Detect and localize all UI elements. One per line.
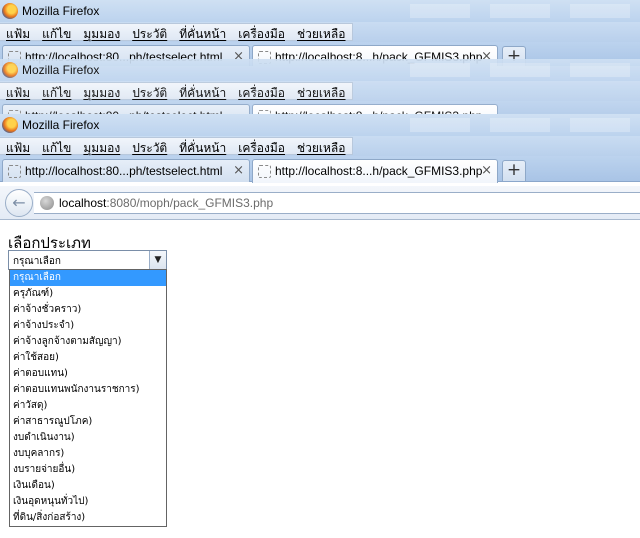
- navigation-bar: localhost:8080/moph/pack_GFMIS3.php ←: [0, 186, 640, 220]
- menu-bookmarks[interactable]: ที่คั่นหน้า: [173, 83, 232, 100]
- title-bar[interactable]: Mozilla Firefox: [0, 59, 640, 81]
- option-item[interactable]: งบบุคลากร): [10, 446, 166, 462]
- window-title: Mozilla Firefox: [22, 118, 100, 132]
- url-text[interactable]: localhost:8080/moph/pack_GFMIS3.php: [59, 196, 273, 210]
- menu-view[interactable]: มุมมอง: [77, 138, 126, 155]
- back-button[interactable]: ←: [5, 189, 33, 217]
- menu-help[interactable]: ช่วยเหลือ: [291, 138, 352, 155]
- window-title: Mozilla Firefox: [22, 4, 100, 18]
- tab-bar: http://localhost:80...ph/testselect.html…: [0, 156, 640, 183]
- browser-window-3: Mozilla Firefox แฟ้ม แก้ไข มุมมอง ประวัต…: [0, 114, 640, 186]
- background-blur: [410, 118, 630, 132]
- url-path: :8080/moph/pack_GFMIS3.php: [106, 196, 274, 210]
- menu-history[interactable]: ประวัติ: [126, 138, 173, 155]
- type-select[interactable]: กรุณาเลือก ▼: [8, 250, 167, 270]
- menu-bookmarks[interactable]: ที่คั่นหน้า: [173, 24, 232, 41]
- option-item[interactable]: ค่าจ้างลูกจ้างตามสัญญา): [10, 334, 166, 350]
- tab-label: http://localhost:8...h/pack_GFMIS3.php: [275, 164, 483, 178]
- option-item[interactable]: ครุภัณฑ์): [10, 286, 166, 302]
- option-item[interactable]: งบดำเนินงาน): [10, 430, 166, 446]
- url-host: localhost: [59, 196, 107, 210]
- url-bar[interactable]: localhost:8080/moph/pack_GFMIS3.php: [34, 192, 640, 214]
- option-item[interactable]: งบรายจ่ายอื่น): [10, 462, 166, 478]
- new-tab-button[interactable]: +: [502, 160, 526, 181]
- menu-edit[interactable]: แก้ไข: [36, 24, 77, 41]
- background-blur: [410, 63, 630, 77]
- close-icon[interactable]: ×: [233, 163, 244, 178]
- menu-view[interactable]: มุมมอง: [77, 24, 126, 41]
- page-icon: [258, 165, 271, 178]
- menu-bookmarks[interactable]: ที่คั่นหน้า: [173, 138, 232, 155]
- firefox-icon: [2, 3, 18, 19]
- page-content: เลือกประเภท กรุณาเลือก ▼ กรุณาเลือก ครุภ…: [0, 221, 640, 538]
- menu-view[interactable]: มุมมอง: [77, 83, 126, 100]
- tab-label: http://localhost:80...ph/testselect.html: [25, 164, 223, 178]
- window-title: Mozilla Firefox: [22, 63, 100, 77]
- option-item[interactable]: ค่าตอบแทน): [10, 366, 166, 382]
- menu-tools[interactable]: เครื่องมือ: [232, 24, 291, 41]
- select-dropdown-list: กรุณาเลือก ครุภัณฑ์) ค่าจ้างชั่วคราว) ค่…: [9, 269, 167, 527]
- menu-file[interactable]: แฟ้ม: [0, 138, 36, 155]
- firefox-icon: [2, 117, 18, 133]
- page-icon: [8, 165, 21, 178]
- menu-edit[interactable]: แก้ไข: [36, 138, 77, 155]
- option-item[interactable]: กรุณาเลือก: [10, 270, 166, 286]
- chevron-down-icon[interactable]: ▼: [149, 251, 166, 269]
- menu-bar: แฟ้ม แก้ไข มุมมอง ประวัติ ที่คั่นหน้า เค…: [0, 81, 640, 101]
- menu-file[interactable]: แฟ้ม: [0, 24, 36, 41]
- title-bar[interactable]: Mozilla Firefox: [0, 0, 640, 22]
- background-blur: [410, 4, 630, 18]
- title-bar[interactable]: Mozilla Firefox: [0, 114, 640, 136]
- firefox-icon: [2, 62, 18, 78]
- option-item[interactable]: ที่ดิน/สิ่งก่อสร้าง): [10, 510, 166, 526]
- menu-tools[interactable]: เครื่องมือ: [232, 83, 291, 100]
- menu-history[interactable]: ประวัติ: [126, 24, 173, 41]
- tab-pack-gfmis3[interactable]: http://localhost:8...h/pack_GFMIS3.php ×: [252, 159, 498, 183]
- menu-file[interactable]: แฟ้ม: [0, 83, 36, 100]
- menu-help[interactable]: ช่วยเหลือ: [291, 83, 352, 100]
- back-arrow-icon: ←: [12, 193, 26, 212]
- option-item[interactable]: เงินอุดหนุนทั่วไป): [10, 494, 166, 510]
- option-item[interactable]: ค่าวัสดุ): [10, 398, 166, 414]
- select-value: กรุณาเลือก: [13, 256, 61, 267]
- browser-window-1: Mozilla Firefox แฟ้ม แก้ไข มุมมอง ประวัต…: [0, 0, 640, 66]
- globe-icon: [40, 196, 54, 210]
- menu-history[interactable]: ประวัติ: [126, 83, 173, 100]
- menu-help[interactable]: ช่วยเหลือ: [291, 24, 352, 41]
- option-item[interactable]: ค่าใช้สอย): [10, 350, 166, 366]
- option-item[interactable]: ค่าจ้างชั่วคราว): [10, 302, 166, 318]
- menu-bar: แฟ้ม แก้ไข มุมมอง ประวัติ ที่คั่นหน้า เค…: [0, 22, 640, 42]
- menu-bar: แฟ้ม แก้ไข มุมมอง ประวัติ ที่คั่นหน้า เค…: [0, 136, 640, 156]
- tab-testselect[interactable]: http://localhost:80...ph/testselect.html…: [2, 159, 250, 182]
- menu-edit[interactable]: แก้ไข: [36, 83, 77, 100]
- close-icon[interactable]: ×: [481, 163, 492, 178]
- option-item[interactable]: ค่าสาธารณูปโภค): [10, 414, 166, 430]
- option-item[interactable]: ค่าจ้างประจำ): [10, 318, 166, 334]
- browser-window-2: Mozilla Firefox แฟ้ม แก้ไข มุมมอง ประวัต…: [0, 59, 640, 121]
- menu-tools[interactable]: เครื่องมือ: [232, 138, 291, 155]
- option-item[interactable]: เงินเดือน): [10, 478, 166, 494]
- option-item[interactable]: ค่าตอบแทนพนักงานราชการ): [10, 382, 166, 398]
